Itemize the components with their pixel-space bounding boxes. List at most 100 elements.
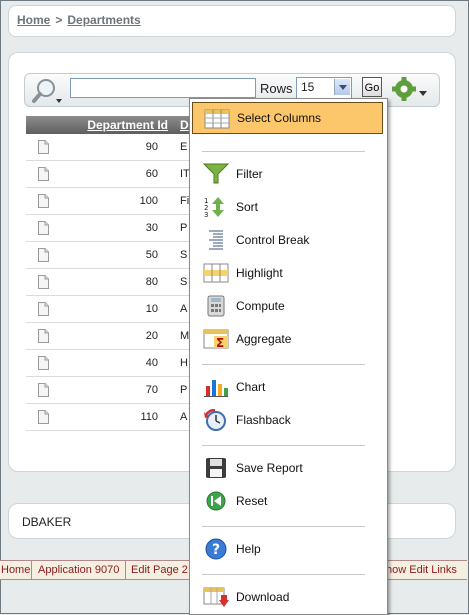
menu-item-aggregate[interactable]: Σ Aggregate	[192, 323, 383, 355]
row-edit-cell[interactable]	[26, 403, 62, 431]
document-icon[interactable]	[38, 329, 49, 343]
menu-item-label: Help	[236, 542, 261, 556]
menu-item-label: Highlight	[236, 266, 283, 280]
menu-item-label: Flashback	[236, 413, 291, 427]
breadcrumb: Home > Departments	[17, 13, 141, 27]
menu-item-flashback[interactable]: Flashback	[192, 404, 383, 436]
department-id-cell: 20	[62, 322, 174, 350]
table-row: 20 M	[26, 322, 206, 350]
table-header-row: Department Id D	[26, 116, 206, 134]
devbar-home-link[interactable]: Home	[1, 564, 30, 576]
menu-item-label: Control Break	[236, 233, 310, 247]
menu-item-help[interactable]: ? Help	[192, 533, 383, 565]
devbar-application-link[interactable]: Application 9070	[38, 564, 119, 576]
devbar-show-edit-links[interactable]: how Edit Links	[386, 564, 457, 576]
table-row: 110 A	[26, 403, 206, 431]
department-id-cell: 30	[62, 214, 174, 242]
menu-item-reset[interactable]: Reset	[192, 485, 383, 517]
menu-item-label: Reset	[236, 494, 268, 508]
row-edit-cell[interactable]	[26, 214, 62, 242]
menu-item-label: Aggregate	[236, 332, 292, 346]
document-icon[interactable]	[38, 140, 49, 154]
department-id-cell: 90	[62, 134, 174, 161]
search-column-icon[interactable]	[32, 77, 64, 105]
department-id-cell: 10	[62, 295, 174, 323]
devbar-divider	[125, 561, 126, 579]
table-row: 70 P	[26, 376, 206, 404]
column-header-department-id[interactable]: Department Id	[62, 116, 174, 134]
menu-item-label: Select Columns	[237, 111, 322, 125]
document-icon[interactable]	[38, 356, 49, 370]
menu-item-sort[interactable]: 1 2 3 Sort	[192, 191, 383, 223]
menu-item-chart[interactable]: Chart	[192, 371, 383, 403]
menu-divider	[202, 526, 365, 527]
flashback-icon	[204, 409, 226, 431]
breadcrumb-separator: >	[55, 13, 63, 27]
row-edit-cell[interactable]	[26, 376, 62, 404]
select-columns-icon	[204, 109, 230, 129]
document-icon[interactable]	[38, 194, 49, 208]
highlight-icon	[203, 263, 229, 283]
row-edit-cell[interactable]	[26, 295, 62, 323]
menu-item-label: Filter	[236, 167, 263, 181]
header-spacer	[26, 116, 62, 134]
menu-item-filter[interactable]: Filter	[192, 158, 383, 190]
devbar-edit-page-link[interactable]: Edit Page 2	[131, 564, 188, 576]
row-edit-cell[interactable]	[26, 268, 62, 296]
document-icon[interactable]	[38, 167, 49, 181]
document-icon[interactable]	[38, 410, 49, 424]
breadcrumb-region: Home > Departments	[8, 5, 456, 37]
document-icon[interactable]	[38, 302, 49, 316]
department-name-sort-link[interactable]: D	[180, 118, 189, 132]
table-row: 40 H	[26, 349, 206, 377]
search-input[interactable]	[70, 78, 256, 98]
svg-text:Σ: Σ	[216, 336, 224, 350]
menu-item-control-break[interactable]: Control Break	[192, 224, 383, 256]
row-edit-cell[interactable]	[26, 187, 62, 215]
department-id-sort-link[interactable]: Department Id	[87, 118, 168, 132]
sort-icon: 1 2 3	[204, 197, 224, 218]
go-button[interactable]: Go	[362, 77, 382, 97]
breadcrumb-home-link[interactable]: Home	[17, 13, 50, 27]
menu-item-highlight[interactable]: Highlight	[192, 257, 383, 289]
gear-icon[interactable]	[391, 77, 431, 103]
row-edit-cell[interactable]	[26, 349, 62, 377]
devbar-divider	[31, 561, 32, 579]
table-row: 50 S	[26, 241, 206, 269]
save-icon	[206, 458, 226, 478]
row-edit-cell[interactable]	[26, 322, 62, 350]
menu-item-label: Save Report	[236, 461, 303, 475]
table-row: 80 S	[26, 268, 206, 296]
document-icon[interactable]	[38, 275, 49, 289]
svg-text:3: 3	[204, 211, 208, 218]
breadcrumb-current-link[interactable]: Departments	[67, 13, 140, 27]
menu-item-compute[interactable]: Compute	[192, 290, 383, 322]
menu-item-download[interactable]: Download	[192, 581, 383, 613]
department-id-cell: 50	[62, 241, 174, 269]
user-name: DBAKER	[22, 515, 72, 529]
rows-select[interactable]: 15	[296, 77, 352, 99]
download-icon	[203, 587, 229, 607]
rows-select-value: 15	[301, 80, 315, 94]
table-row: 60 IT	[26, 160, 206, 188]
aggregate-icon: Σ	[203, 329, 229, 350]
menu-item-select-columns[interactable]: Select Columns	[192, 102, 383, 134]
menu-divider	[202, 364, 365, 365]
report-table: Department Id D 90 E 60 IT 100 Fi 30 P 50 S 80 S 10 A…	[26, 116, 206, 431]
filter-icon	[203, 163, 229, 184]
menu-item-label: Compute	[236, 299, 285, 313]
menu-divider	[202, 151, 365, 152]
document-icon[interactable]	[38, 221, 49, 235]
row-edit-cell[interactable]	[26, 134, 62, 161]
control-break-icon	[209, 230, 223, 250]
department-id-cell: 40	[62, 349, 174, 377]
svg-text:?: ?	[212, 542, 220, 558]
document-icon[interactable]	[38, 383, 49, 397]
row-edit-cell[interactable]	[26, 160, 62, 188]
rows-label: Rows	[260, 81, 293, 96]
department-id-cell: 70	[62, 376, 174, 404]
menu-item-save-report[interactable]: Save Report	[192, 452, 383, 484]
row-edit-cell[interactable]	[26, 241, 62, 269]
document-icon[interactable]	[38, 248, 49, 262]
chevron-down-icon	[334, 79, 350, 95]
